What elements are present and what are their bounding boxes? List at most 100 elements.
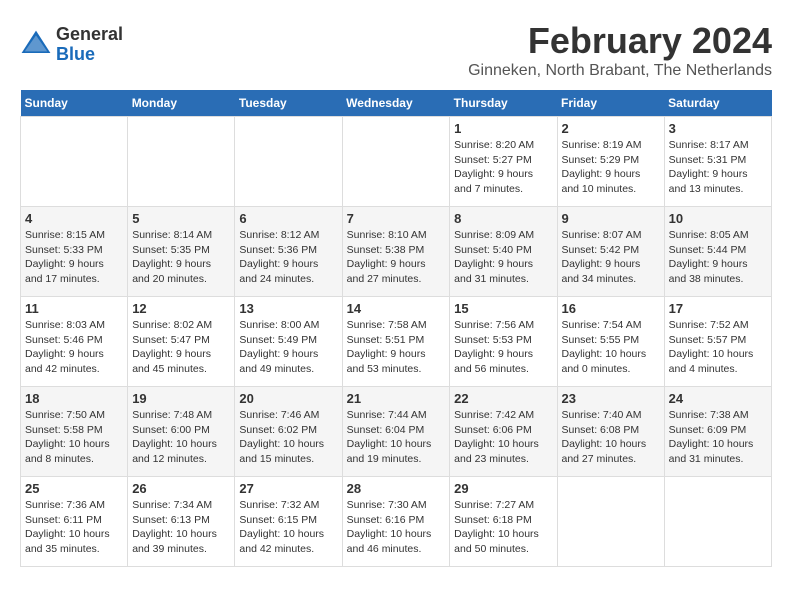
header-tuesday: Tuesday [235, 90, 342, 117]
day-number: 28 [347, 481, 446, 496]
day-number: 20 [239, 391, 337, 406]
day-number: 12 [132, 301, 230, 316]
calendar-cell: 18Sunrise: 7:50 AMSunset: 5:58 PMDayligh… [21, 387, 128, 477]
calendar-cell: 13 Sunrise: 8:00 AMSunset: 5:49 PMDayligh… [235, 297, 342, 387]
day-info: Sunrise: 7:40 AMSunset: 6:08 PMDaylight:… [562, 408, 660, 467]
day-number: 27 [239, 481, 337, 496]
day-info: Sunrise: 8:10 AMSunset: 5:38 PMDaylight:… [347, 228, 446, 287]
calendar-week-2: 11 Sunrise: 8:03 AMSunset: 5:46 PMDayligh… [21, 297, 772, 387]
day-number: 9 [562, 211, 660, 226]
day-number: 24 [669, 391, 767, 406]
header-thursday: Thursday [450, 90, 557, 117]
day-info: Sunrise: 7:36 AMSunset: 6:11 PMDaylight:… [25, 498, 123, 557]
logo-icon [20, 29, 52, 61]
calendar-cell [557, 477, 664, 567]
calendar-cell: 6Sunrise: 8:12 AMSunset: 5:36 PMDaylight… [235, 207, 342, 297]
header-monday: Monday [128, 90, 235, 117]
calendar-cell: 22 Sunrise: 7:42 AMSunset: 6:06 PMDayligh… [450, 387, 557, 477]
calendar-cell [342, 117, 450, 207]
day-info: Sunrise: 7:27 AMSunset: 6:18 PMDaylight:… [454, 498, 552, 557]
day-number: 29 [454, 481, 552, 496]
title-section: February 2024 Ginneken, North Brabant, T… [468, 20, 772, 80]
month-title: February 2024 [468, 20, 772, 62]
day-info: Sunrise: 7:32 AMSunset: 6:15 PMDaylight:… [239, 498, 337, 557]
calendar-cell [21, 117, 128, 207]
day-info: Sunrise: 8:15 AMSunset: 5:33 PMDaylight:… [25, 228, 123, 287]
day-info: Sunrise: 7:30 AMSunset: 6:16 PMDaylight:… [347, 498, 446, 557]
day-info: Sunrise: 7:50 AMSunset: 5:58 PMDaylight:… [25, 408, 123, 467]
calendar-cell: 20Sunrise: 7:46 AMSunset: 6:02 PMDayligh… [235, 387, 342, 477]
calendar-cell: 27 Sunrise: 7:32 AMSunset: 6:15 PMDayligh… [235, 477, 342, 567]
day-number: 7 [347, 211, 446, 226]
day-number: 14 [347, 301, 446, 316]
calendar-cell: 21Sunrise: 7:44 AMSunset: 6:04 PMDayligh… [342, 387, 450, 477]
day-number: 22 [454, 391, 552, 406]
day-number: 6 [239, 211, 337, 226]
day-number: 21 [347, 391, 446, 406]
header-saturday: Saturday [664, 90, 771, 117]
day-number: 13 [239, 301, 337, 316]
day-info: Sunrise: 8:19 AMSunset: 5:29 PMDaylight:… [562, 138, 660, 197]
calendar-cell: 7 Sunrise: 8:10 AMSunset: 5:38 PMDaylight… [342, 207, 450, 297]
logo-blue-text: Blue [56, 45, 123, 65]
calendar-cell: 9Sunrise: 8:07 AMSunset: 5:42 PMDaylight… [557, 207, 664, 297]
day-info: Sunrise: 7:42 AMSunset: 6:06 PMDaylight:… [454, 408, 552, 467]
calendar-week-0: 1Sunrise: 8:20 AMSunset: 5:27 PMDaylight… [21, 117, 772, 207]
calendar-week-3: 18Sunrise: 7:50 AMSunset: 5:58 PMDayligh… [21, 387, 772, 477]
day-info: Sunrise: 7:34 AMSunset: 6:13 PMDaylight:… [132, 498, 230, 557]
header-friday: Friday [557, 90, 664, 117]
logo: General Blue [20, 25, 123, 65]
calendar-cell: 4 Sunrise: 8:15 AMSunset: 5:33 PMDaylight… [21, 207, 128, 297]
day-info: Sunrise: 8:14 AMSunset: 5:35 PMDaylight:… [132, 228, 230, 287]
day-info: Sunrise: 7:38 AMSunset: 6:09 PMDaylight:… [669, 408, 767, 467]
calendar-cell: 19 Sunrise: 7:48 AMSunset: 6:00 PMDayligh… [128, 387, 235, 477]
calendar-cell: 17 Sunrise: 7:52 AMSunset: 5:57 PMDayligh… [664, 297, 771, 387]
day-info: Sunrise: 7:48 AMSunset: 6:00 PMDaylight:… [132, 408, 230, 467]
day-info: Sunrise: 7:58 AMSunset: 5:51 PMDaylight:… [347, 318, 446, 377]
calendar-cell: 5Sunrise: 8:14 AMSunset: 5:35 PMDaylight… [128, 207, 235, 297]
calendar-cell: 23 Sunrise: 7:40 AMSunset: 6:08 PMDayligh… [557, 387, 664, 477]
calendar-cell: 28 Sunrise: 7:30 AMSunset: 6:16 PMDayligh… [342, 477, 450, 567]
location-title: Ginneken, North Brabant, The Netherlands [468, 62, 772, 80]
calendar-week-1: 4 Sunrise: 8:15 AMSunset: 5:33 PMDaylight… [21, 207, 772, 297]
day-number: 4 [25, 211, 123, 226]
calendar-cell: 3Sunrise: 8:17 AMSunset: 5:31 PMDaylight… [664, 117, 771, 207]
day-info: Sunrise: 8:17 AMSunset: 5:31 PMDaylight:… [669, 138, 767, 197]
day-info: Sunrise: 8:00 AMSunset: 5:49 PMDaylight:… [239, 318, 337, 377]
calendar-header-row: SundayMondayTuesdayWednesdayThursdayFrid… [21, 90, 772, 117]
day-info: Sunrise: 8:05 AMSunset: 5:44 PMDaylight:… [669, 228, 767, 287]
day-info: Sunrise: 7:52 AMSunset: 5:57 PMDaylight:… [669, 318, 767, 377]
page-header: General Blue February 2024 Ginneken, Nor… [20, 20, 772, 80]
day-number: 26 [132, 481, 230, 496]
calendar-cell: 24 Sunrise: 7:38 AMSunset: 6:09 PMDayligh… [664, 387, 771, 477]
header-wednesday: Wednesday [342, 90, 450, 117]
calendar-week-4: 25 Sunrise: 7:36 AMSunset: 6:11 PMDayligh… [21, 477, 772, 567]
day-number: 25 [25, 481, 123, 496]
day-number: 15 [454, 301, 552, 316]
logo-general-text: General [56, 25, 123, 45]
calendar-cell [235, 117, 342, 207]
day-number: 17 [669, 301, 767, 316]
header-sunday: Sunday [21, 90, 128, 117]
logo-text: General Blue [56, 25, 123, 65]
calendar-table: SundayMondayTuesdayWednesdayThursdayFrid… [20, 90, 772, 567]
day-info: Sunrise: 7:54 AMSunset: 5:55 PMDaylight:… [562, 318, 660, 377]
calendar-cell: 10 Sunrise: 8:05 AMSunset: 5:44 PMDayligh… [664, 207, 771, 297]
day-number: 19 [132, 391, 230, 406]
calendar-cell: 25 Sunrise: 7:36 AMSunset: 6:11 PMDayligh… [21, 477, 128, 567]
day-number: 2 [562, 121, 660, 136]
calendar-cell: 11 Sunrise: 8:03 AMSunset: 5:46 PMDayligh… [21, 297, 128, 387]
day-info: Sunrise: 8:02 AMSunset: 5:47 PMDaylight:… [132, 318, 230, 377]
calendar-cell: 29 Sunrise: 7:27 AMSunset: 6:18 PMDayligh… [450, 477, 557, 567]
calendar-cell [664, 477, 771, 567]
calendar-cell: 16Sunrise: 7:54 AMSunset: 5:55 PMDayligh… [557, 297, 664, 387]
day-number: 23 [562, 391, 660, 406]
calendar-cell: 12 Sunrise: 8:02 AMSunset: 5:47 PMDayligh… [128, 297, 235, 387]
day-info: Sunrise: 8:03 AMSunset: 5:46 PMDaylight:… [25, 318, 123, 377]
calendar-cell: 1Sunrise: 8:20 AMSunset: 5:27 PMDaylight… [450, 117, 557, 207]
calendar-cell [128, 117, 235, 207]
day-number: 10 [669, 211, 767, 226]
calendar-cell: 8Sunrise: 8:09 AMSunset: 5:40 PMDaylight… [450, 207, 557, 297]
day-number: 11 [25, 301, 123, 316]
calendar-cell: 26 Sunrise: 7:34 AMSunset: 6:13 PMDayligh… [128, 477, 235, 567]
